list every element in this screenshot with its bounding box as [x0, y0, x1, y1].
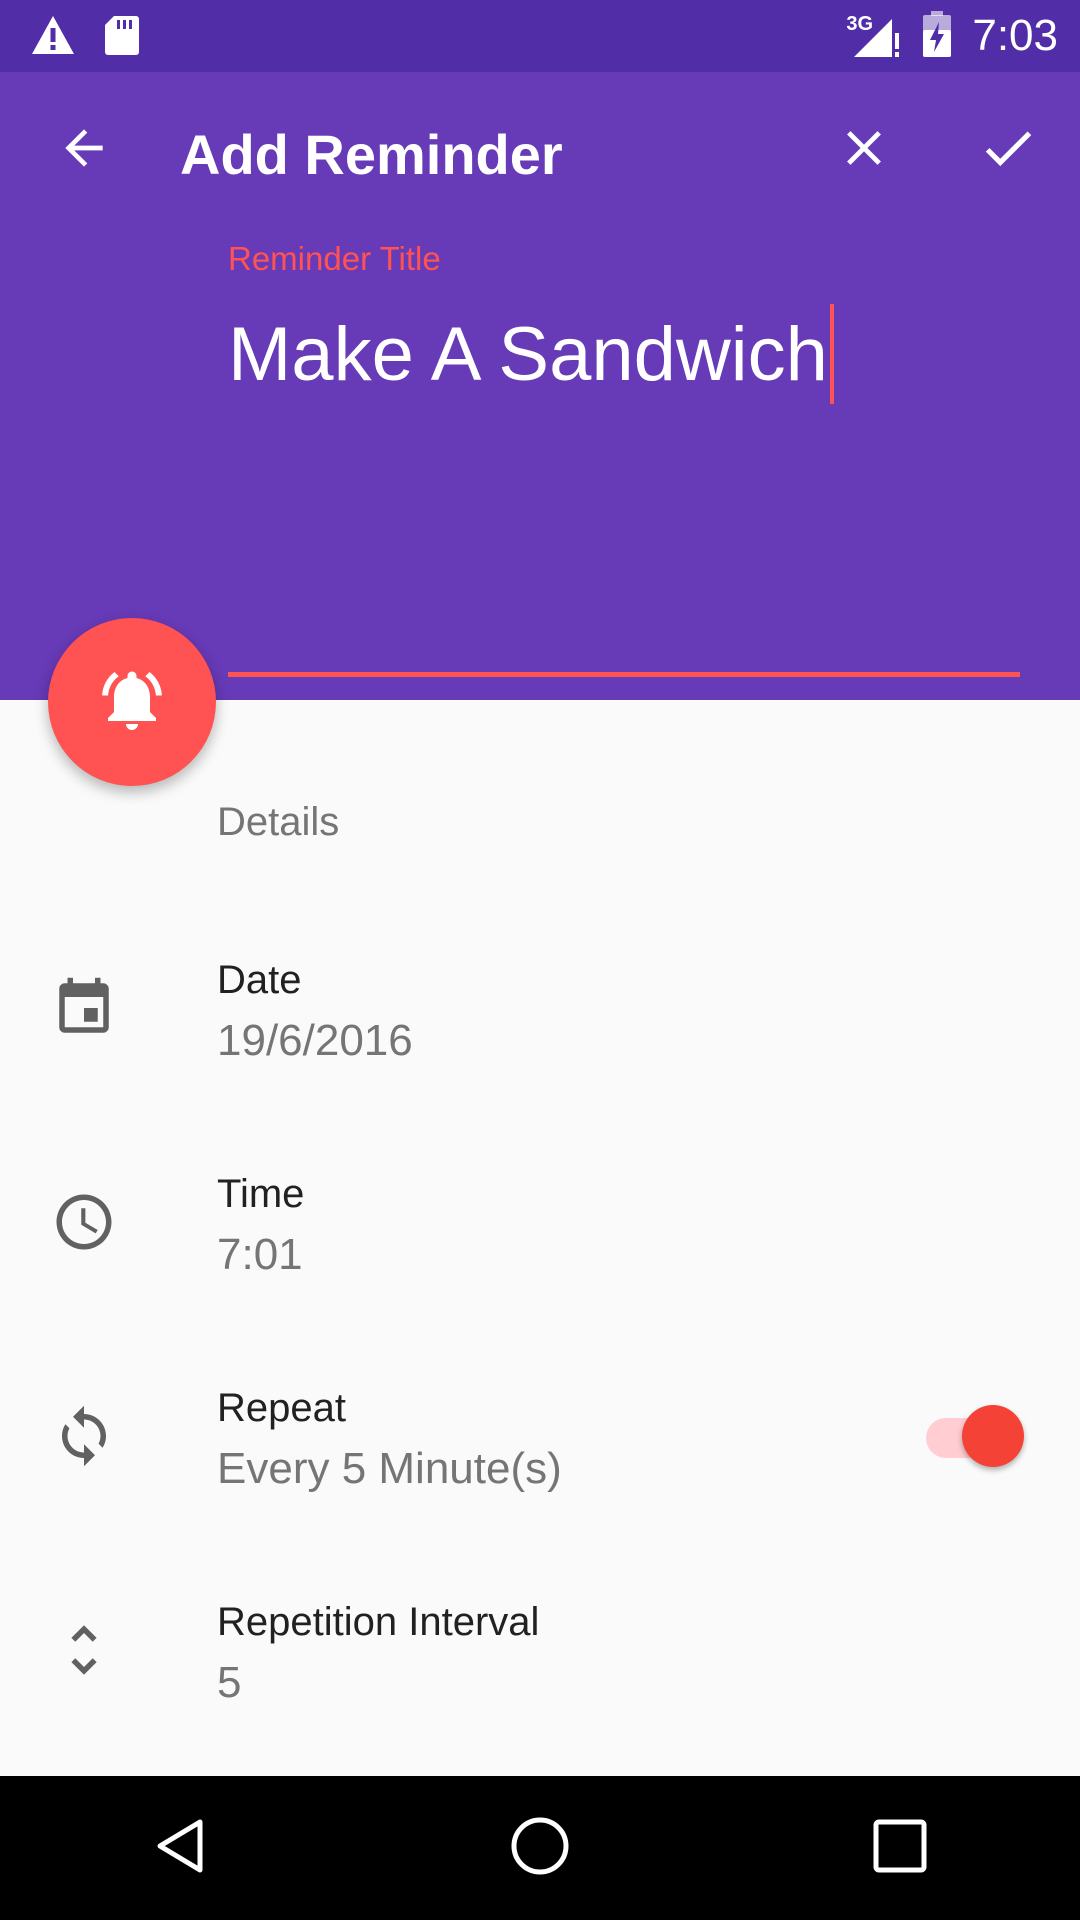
nav-back-button[interactable] [135, 1803, 225, 1893]
navigation-bar [0, 1776, 1080, 1920]
nav-recents-icon [873, 1819, 927, 1878]
sd-card-icon [104, 14, 140, 61]
time-row[interactable]: Time 7:01 [0, 1144, 1080, 1344]
nav-back-icon [150, 1816, 210, 1881]
check-icon [977, 117, 1039, 184]
repeat-switch[interactable] [926, 1400, 1024, 1472]
save-button[interactable] [968, 110, 1048, 190]
repetition-interval-label: Repetition Interval [217, 1600, 540, 1644]
repeat-icon [48, 1400, 120, 1472]
nav-home-icon [509, 1815, 571, 1882]
app-bar: Add Reminder Reminder Title Make A Sandw… [0, 72, 1080, 700]
date-row[interactable]: Date 19/6/2016 [0, 930, 1080, 1130]
nav-recents-button[interactable] [855, 1803, 945, 1893]
alarm-bell-icon [96, 664, 168, 741]
status-bar: 3G 7:03 [0, 0, 1080, 72]
reminder-title-value: Make A Sandwich [228, 312, 828, 397]
details-header: Details [217, 800, 340, 844]
time-label: Time [217, 1172, 305, 1216]
time-value: 7:01 [217, 1230, 303, 1279]
clock-icon [48, 1186, 120, 1258]
back-button[interactable] [44, 110, 124, 190]
title-underline [228, 672, 1020, 677]
unfold-icon [48, 1614, 120, 1686]
repetition-interval-row[interactable]: Repetition Interval 5 [0, 1572, 1080, 1772]
warning-icon [30, 14, 76, 61]
signal-icon: 3G [846, 11, 902, 61]
date-label: Date [217, 958, 302, 1002]
repeat-label: Repeat [217, 1386, 346, 1430]
close-icon [835, 119, 893, 182]
alarm-fab[interactable] [48, 618, 216, 786]
switch-thumb [962, 1405, 1024, 1467]
battery-icon [922, 10, 952, 63]
repeat-value: Every 5 Minute(s) [217, 1444, 562, 1493]
page-title: Add Reminder [180, 123, 563, 186]
close-button[interactable] [824, 110, 904, 190]
status-time: 7:03 [972, 11, 1058, 60]
text-cursor [829, 303, 834, 404]
reminder-title-input[interactable]: Make A Sandwich [228, 300, 1018, 410]
arrow-back-icon [56, 120, 112, 181]
calendar-icon [48, 972, 120, 1044]
repetition-interval-value: 5 [217, 1658, 242, 1707]
repeat-row[interactable]: Repeat Every 5 Minute(s) [0, 1358, 1080, 1558]
date-value: 19/6/2016 [217, 1016, 413, 1065]
reminder-title-label: Reminder Title [228, 240, 441, 277]
nav-home-button[interactable] [495, 1803, 585, 1893]
